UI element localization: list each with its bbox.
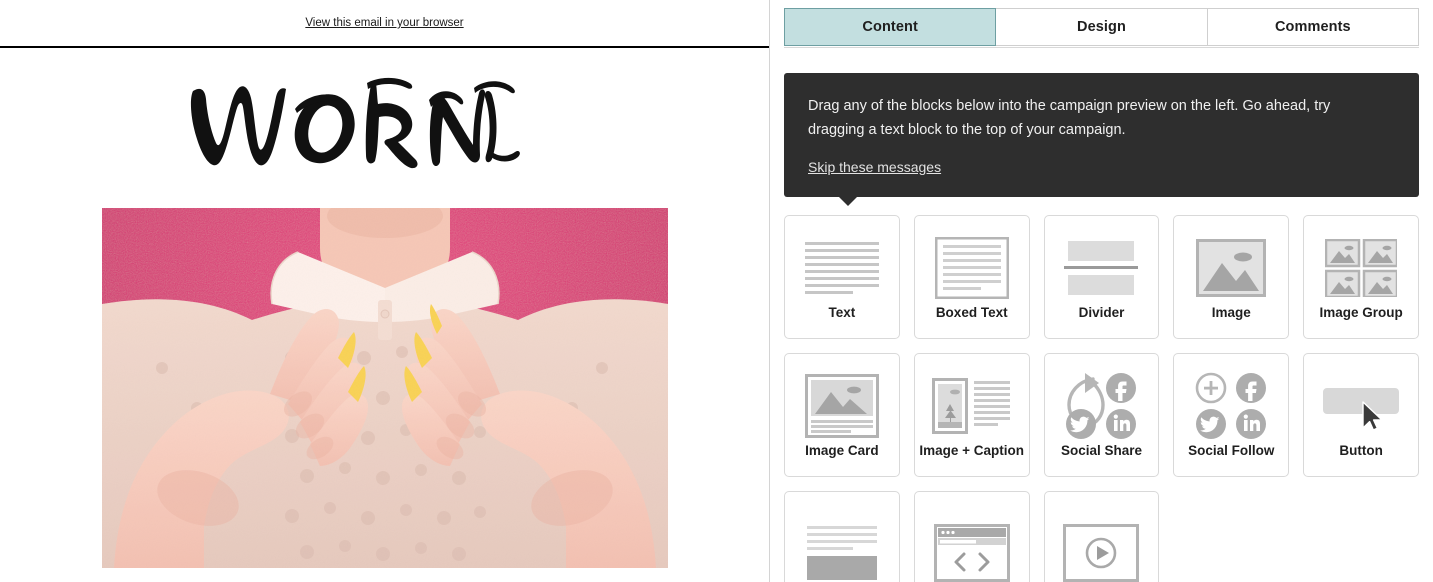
image-caption-icon (931, 370, 1012, 442)
block-tile-image-group[interactable]: Image Group (1303, 214, 1419, 339)
footer-icon (805, 513, 879, 582)
block-label-social-follow: Social Follow (1188, 443, 1275, 459)
view-in-browser-link[interactable]: View this email in your browser (305, 17, 463, 29)
divider-icon (1064, 232, 1139, 304)
blocks-scroll-area[interactable]: Drag any of the blocks below into the ca… (770, 48, 1433, 582)
block-tile-footer[interactable] (784, 490, 900, 582)
block-tile-button[interactable]: Button (1303, 352, 1419, 477)
twitter-icon (1066, 409, 1097, 440)
tab-content[interactable]: Content (784, 8, 997, 46)
block-label-button: Button (1339, 443, 1383, 459)
onboarding-callout-message: Drag any of the blocks below into the ca… (808, 98, 1331, 138)
block-tile-image-card[interactable]: Image Card (784, 352, 900, 477)
block-label-image: Image (1211, 305, 1251, 321)
content-blocks-grid: Text Boxed Text Divider Image Image Grou… (784, 214, 1419, 582)
block-label-divider: Divider (1078, 305, 1125, 321)
facebook-icon (1236, 373, 1267, 404)
tab-comments-label: Comments (1274, 19, 1351, 35)
linkedin-icon (1106, 409, 1137, 440)
block-tile-text[interactable]: Text (784, 214, 900, 339)
button-icon (1321, 370, 1401, 442)
plus-circle-icon (1195, 373, 1227, 404)
block-tile-image-caption[interactable]: Image + Caption (913, 352, 1030, 477)
linkedin-icon (1236, 409, 1267, 440)
block-tile-boxed-text[interactable]: Boxed Text (913, 214, 1030, 339)
tab-design[interactable]: Design (996, 8, 1208, 46)
block-label-image-caption: Image + Caption (919, 443, 1025, 459)
image-card-icon (804, 370, 879, 442)
editor-pane: Content Design Comments Drag any of the … (770, 0, 1433, 582)
logo-block[interactable] (0, 48, 769, 208)
block-label-image-group: Image Group (1319, 305, 1403, 321)
social-share-icon (1063, 370, 1139, 442)
facebook-icon (1106, 373, 1137, 404)
hero-image-block[interactable] (101, 208, 668, 568)
social-follow-icon (1193, 370, 1269, 442)
block-tile-social-follow[interactable]: Social Follow (1173, 352, 1290, 477)
block-label-image-card: Image Card (805, 443, 879, 459)
block-tile-code[interactable] (913, 490, 1030, 582)
image-icon (1196, 232, 1267, 304)
block-tile-social-share[interactable]: Social Share (1043, 352, 1160, 477)
block-label-text: Text (828, 305, 856, 321)
skip-these-messages-link[interactable]: Skip these messages (808, 159, 941, 175)
block-tile-image[interactable]: Image (1173, 214, 1290, 339)
person-adjusting-collar-photo (101, 208, 668, 568)
text-lines-icon (804, 232, 879, 304)
video-icon (1063, 513, 1140, 582)
worn-brush-logo (190, 77, 520, 169)
image-group-icon (1325, 232, 1398, 304)
campaign-builder-app: View this email in your browser Content … (0, 0, 1433, 582)
tab-design-label: Design (1077, 19, 1126, 35)
campaign-preview-pane: View this email in your browser (0, 0, 770, 582)
preheader-block[interactable]: View this email in your browser (0, 0, 769, 48)
tab-comments[interactable]: Comments (1207, 8, 1419, 46)
block-label-boxed-text: Boxed Text (935, 305, 1008, 321)
block-tile-divider[interactable]: Divider (1043, 214, 1160, 339)
code-icon (933, 513, 1010, 582)
boxed-text-icon (934, 232, 1009, 304)
block-tile-video[interactable] (1043, 490, 1160, 582)
twitter-icon (1196, 409, 1227, 440)
callout-arrow-icon (838, 195, 858, 206)
block-label-social-share: Social Share (1060, 443, 1143, 459)
editor-tabbar: Content Design Comments (770, 0, 1433, 47)
campaign-preview-scroll[interactable]: View this email in your browser (0, 0, 769, 582)
onboarding-callout: Drag any of the blocks below into the ca… (784, 73, 1419, 206)
tab-content-label: Content (862, 19, 918, 35)
